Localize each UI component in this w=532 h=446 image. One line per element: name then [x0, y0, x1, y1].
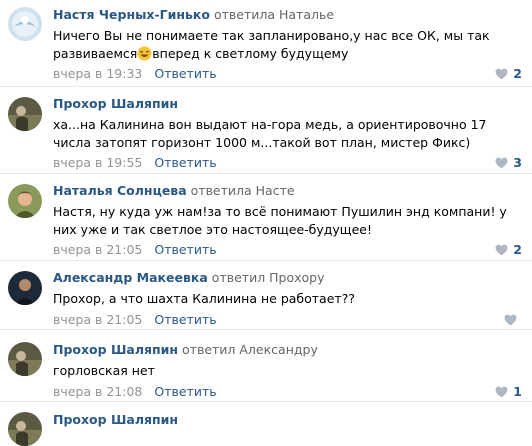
comment-author[interactable]: Настя Черных-Гинько [53, 7, 210, 22]
avatar[interactable] [8, 7, 42, 41]
comment-meta: вчера в 19:33 Ответить 2 [53, 66, 524, 82]
comment-item: Александр Макеевка ответил Прохору Прохо… [0, 261, 532, 330]
reply-button[interactable]: Ответить [154, 155, 216, 170]
comment-text: Настя, ну куда уж нам!за то всё понимают… [53, 204, 507, 237]
laughing-face-emoji-icon [137, 46, 152, 61]
comment-author[interactable]: Александр Макеевка [53, 270, 208, 285]
reply-to-label[interactable]: ответил Александру [182, 342, 318, 357]
comment-text: Прохор, а что шахта Калинина не работает… [53, 291, 355, 306]
comment-header: Наталья Солнцева ответила Насте [53, 182, 524, 200]
comment-meta: вчера в 21:08 Ответить 1 [53, 384, 524, 400]
comment-time[interactable]: вчера в 19:55 [53, 155, 142, 170]
comments-list: Настя Черных-Гинько ответила Наталье Нич… [0, 0, 532, 446]
like-count: 3 [513, 155, 522, 170]
reply-to-label[interactable]: ответила Насте [191, 183, 295, 198]
heart-icon [495, 68, 508, 80]
avatar[interactable] [8, 184, 42, 218]
like-count: 1 [513, 383, 522, 399]
reply-to-label[interactable]: ответила Наталье [214, 7, 334, 22]
avatar[interactable] [8, 271, 42, 305]
reply-button[interactable]: Ответить [154, 384, 216, 399]
avatar[interactable] [8, 342, 42, 376]
heart-icon [495, 386, 508, 397]
comment-author[interactable]: Прохор Шаляпин [53, 412, 178, 427]
like-button[interactable]: 1 [495, 384, 522, 400]
like-button[interactable] [504, 312, 522, 328]
reply-to-label[interactable]: ответил Прохору [212, 270, 325, 285]
comment-item: Прохор Шаляпин [0, 402, 532, 446]
comment-author[interactable]: Прохор Шаляпин [53, 96, 178, 111]
like-count: 2 [513, 66, 522, 81]
heart-icon [495, 157, 508, 169]
heart-icon [495, 244, 508, 256]
comment-author[interactable]: Прохор Шаляпин [53, 342, 178, 357]
comment-header: Прохор Шаляпин ответил Александру [53, 341, 524, 359]
comment-text: Ничего Вы не понимаете так запланировано… [53, 28, 490, 61]
like-button[interactable]: 3 [495, 155, 522, 171]
like-count: 2 [513, 242, 522, 257]
comment-header: Александр Макеевка ответил Прохору [53, 269, 524, 287]
comment-item: Настя Черных-Гинько ответила Наталье Нич… [0, 0, 532, 87]
comment-time[interactable]: вчера в 21:05 [53, 242, 142, 257]
comment-text: горловская нет [53, 363, 155, 378]
heart-icon [504, 314, 517, 325]
avatar[interactable] [8, 97, 42, 131]
comment-header: Прохор Шаляпин [53, 411, 524, 429]
like-button[interactable]: 2 [495, 66, 522, 82]
comment-item: Прохор Шаляпин ха...на Калинина вон выда… [0, 87, 532, 174]
comment-author[interactable]: Наталья Солнцева [53, 183, 187, 198]
comment-time[interactable]: вчера в 21:05 [53, 312, 142, 327]
comment-header: Прохор Шаляпин [53, 95, 524, 113]
comment-header: Настя Черных-Гинько ответила Наталье [53, 6, 524, 24]
comment-item: Наталья Солнцева ответила Насте Настя, н… [0, 174, 532, 261]
reply-button[interactable]: Ответить [154, 242, 216, 257]
comment-meta: вчера в 21:05 Ответить 2 [53, 242, 524, 258]
comment-text: ха...на Калинина вон выдают на-гора медь… [53, 117, 487, 150]
comment-time[interactable]: вчера в 21:08 [53, 384, 142, 399]
comment-meta: вчера в 19:55 Ответить 3 [53, 155, 524, 171]
reply-button[interactable]: Ответить [154, 312, 216, 327]
reply-button[interactable]: Ответить [154, 66, 216, 81]
comment-meta: вчера в 21:05 Ответить [53, 312, 524, 328]
like-button[interactable]: 2 [495, 242, 522, 258]
comment-time[interactable]: вчера в 19:33 [53, 66, 142, 81]
comment-item: Прохор Шаляпин ответил Александру горлов… [0, 330, 532, 402]
avatar[interactable] [8, 412, 42, 446]
